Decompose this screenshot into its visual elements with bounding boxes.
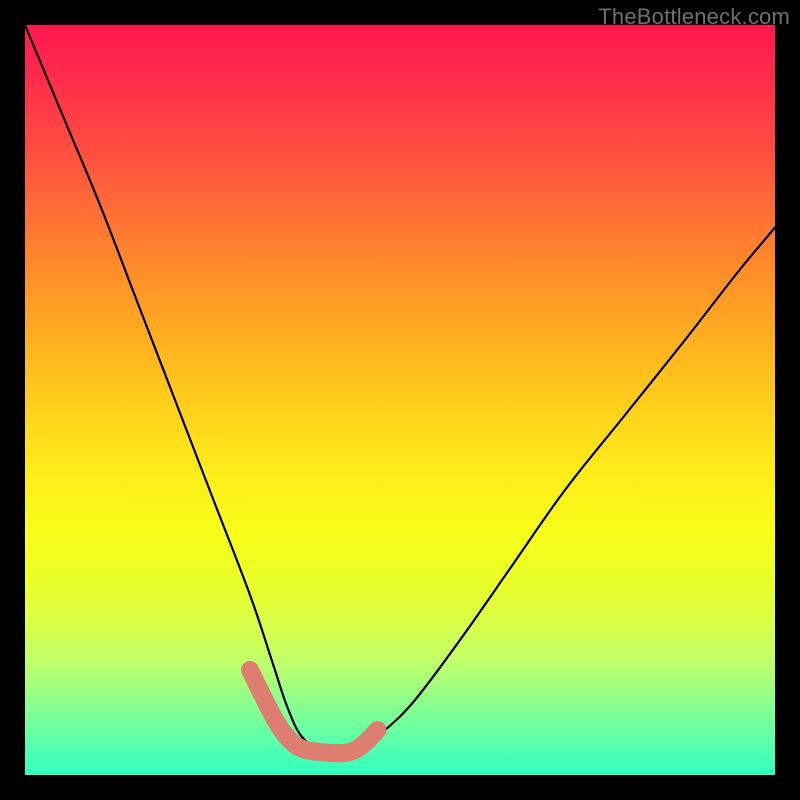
chart-stage: TheBottleneck.com <box>0 0 800 800</box>
watermark-text: TheBottleneck.com <box>598 4 790 30</box>
bottleneck-curve-svg <box>25 25 775 775</box>
bottleneck-curve-line <box>25 25 775 754</box>
bottleneck-highlight-segment <box>250 670 378 753</box>
